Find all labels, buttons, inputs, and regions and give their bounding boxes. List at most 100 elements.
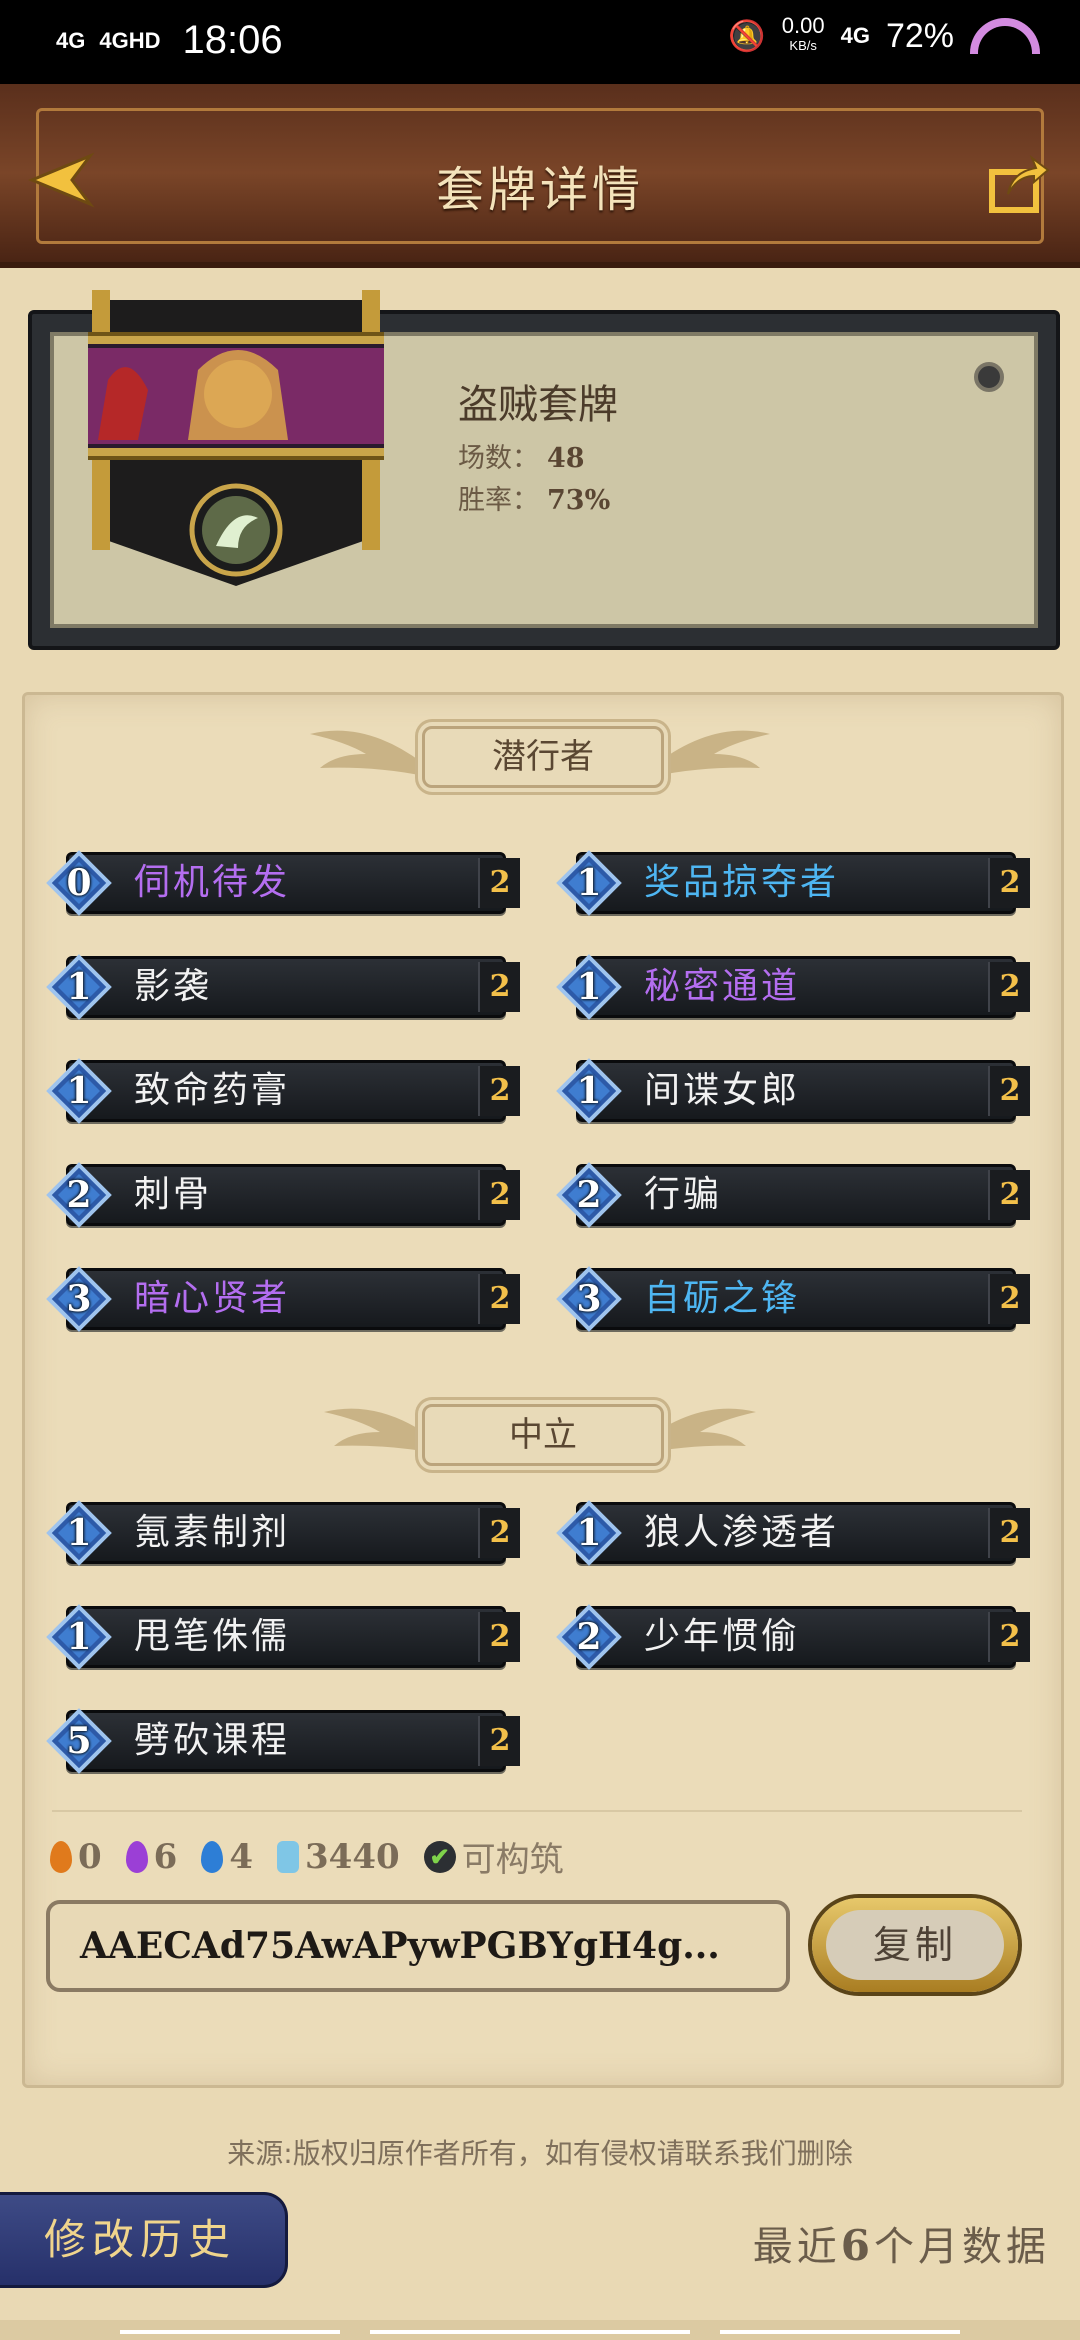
card-count: 2 [988,858,1030,908]
page-title: 套牌详情 [435,162,644,218]
card-count: 2 [988,962,1030,1012]
section-title: 潜行者 [422,726,664,788]
card-name: 间谍女郎 [644,1070,801,1111]
gesture-segment [370,2330,690,2334]
card-bar [576,1164,1016,1226]
mana-cost: 3 [576,1278,602,1320]
mute-icon: 🔕 [728,19,766,53]
share-icon[interactable] [988,154,1050,214]
mana-cost: 1 [576,966,602,1008]
dust-icon [277,1840,300,1873]
epic-count: 6 [125,1837,177,1877]
card-name: 狼人渗透者 [644,1512,840,1553]
card-item[interactable]: 1 氪素制剂 2 [46,1496,524,1570]
card-name: 行骗 [644,1174,723,1215]
recent-data-label: 最近6个月数据 [752,2221,1050,2270]
rainbow-icon [970,18,1040,54]
gesture-segment [720,2330,960,2334]
winrate-label: 胜率： [458,485,539,516]
card-name: 秘密通道 [644,966,801,1007]
header-bar: 套牌详情 [0,84,1080,268]
mana-cost: 1 [66,966,92,1008]
deck-code-field[interactable]: AAECAd75AwAPywPGBYgH4g... [46,1900,790,1992]
mana-cost: 1 [66,1512,92,1554]
orange-gem-icon [50,1840,72,1873]
mana-cost: 5 [66,1720,92,1762]
card-name: 影袭 [134,966,213,1007]
games-value: 48 [547,443,585,474]
card-count: 2 [988,1612,1030,1662]
buildable-status: ✔ 可构筑 [423,1832,564,1881]
status-bar: 4G 4GHD 18:06 🔕 0.00 KB/s 4G 72% [0,0,1080,84]
hero-banner [88,290,384,586]
card-item[interactable]: 2 行骗 2 [556,1158,1034,1232]
mana-cost: 0 [66,862,92,904]
card-item[interactable]: 1 奖品掠夺者 2 [556,846,1034,920]
card-count: 2 [478,1508,520,1558]
card-name: 氪素制剂 [134,1512,291,1553]
card-bar [66,1164,506,1226]
card-count: 2 [988,1274,1030,1324]
rivet-decoration [974,362,1004,392]
signal-indicator-2: 4GHD [99,27,161,53]
games-stat: 场数： 48 [458,436,585,475]
card-count: 2 [988,1066,1030,1116]
mana-cost: 1 [576,1512,602,1554]
card-name: 劈砍课程 [134,1720,291,1761]
mana-cost: 1 [66,1070,92,1112]
signal-indicator: 4G [56,27,86,53]
crafting-cost-row: 0 6 4 3440 ✔ 可构筑 [50,1832,578,1881]
card-count: 2 [478,1716,520,1766]
mana-cost: 3 [66,1278,92,1320]
copy-button[interactable]: 复制 [812,1898,1018,1992]
divider [52,1810,1022,1812]
card-count: 2 [478,1066,520,1116]
mana-cost: 1 [66,1616,92,1658]
mana-cost: 2 [576,1174,602,1216]
gesture-segment [120,2330,340,2334]
deck-name: 盗贼套牌 [458,382,618,428]
card-name: 伺机待发 [134,862,291,903]
card-count: 2 [478,1274,520,1324]
card-count: 2 [988,1170,1030,1220]
mana-cost: 2 [576,1616,602,1658]
games-label: 场数： [458,443,539,474]
card-name: 致命药膏 [134,1070,291,1111]
clock: 18:06 [182,18,283,62]
card-item[interactable]: 1 间谍女郎 2 [556,1054,1034,1128]
card-item[interactable]: 1 影袭 2 [46,950,524,1024]
purple-gem-icon [125,1840,148,1873]
rare-count: 4 [201,1837,253,1877]
card-item[interactable]: 2 少年惯偷 2 [556,1600,1034,1674]
dust-cost: 3440 [277,1837,400,1877]
blue-gem-icon [201,1840,224,1873]
card-item[interactable]: 1 甩笔侏儒 2 [46,1600,524,1674]
card-item[interactable]: 2 刺骨 2 [46,1158,524,1232]
card-item[interactable]: 0 伺机待发 2 [46,846,524,920]
card-item[interactable]: 1 秘密通道 2 [556,950,1034,1024]
card-count: 2 [478,962,520,1012]
winrate-value: 73% [547,485,611,516]
network-type: 4G [840,23,870,48]
network-speed: 0.00 KB/s [781,13,825,54]
card-bar [66,956,506,1018]
card-item[interactable]: 3 暗心贤者 2 [46,1262,524,1336]
card-item[interactable]: 3 自砺之锋 2 [556,1262,1034,1336]
mana-cost: 1 [576,1070,602,1112]
card-name: 奖品掠夺者 [644,862,840,903]
mana-cost: 2 [66,1174,92,1216]
battery-level: 72% [885,16,954,55]
edit-history-button[interactable]: 修改历史 [0,2192,288,2288]
gesture-bar [0,2320,1080,2340]
card-item[interactable]: 1 致命药膏 2 [46,1054,524,1128]
card-count: 2 [478,1170,520,1220]
card-count: 2 [478,1612,520,1662]
card-name: 少年惯偷 [644,1616,801,1657]
check-icon: ✔ [423,1840,456,1873]
section-title: 中立 [422,1404,664,1466]
card-item[interactable]: 1 狼人渗透者 2 [556,1496,1034,1570]
legendary-count: 0 [50,1837,102,1877]
wing-left-decoration [310,730,424,776]
card-item[interactable]: 5 劈砍课程 2 [46,1704,524,1778]
card-name: 暗心贤者 [134,1278,291,1319]
